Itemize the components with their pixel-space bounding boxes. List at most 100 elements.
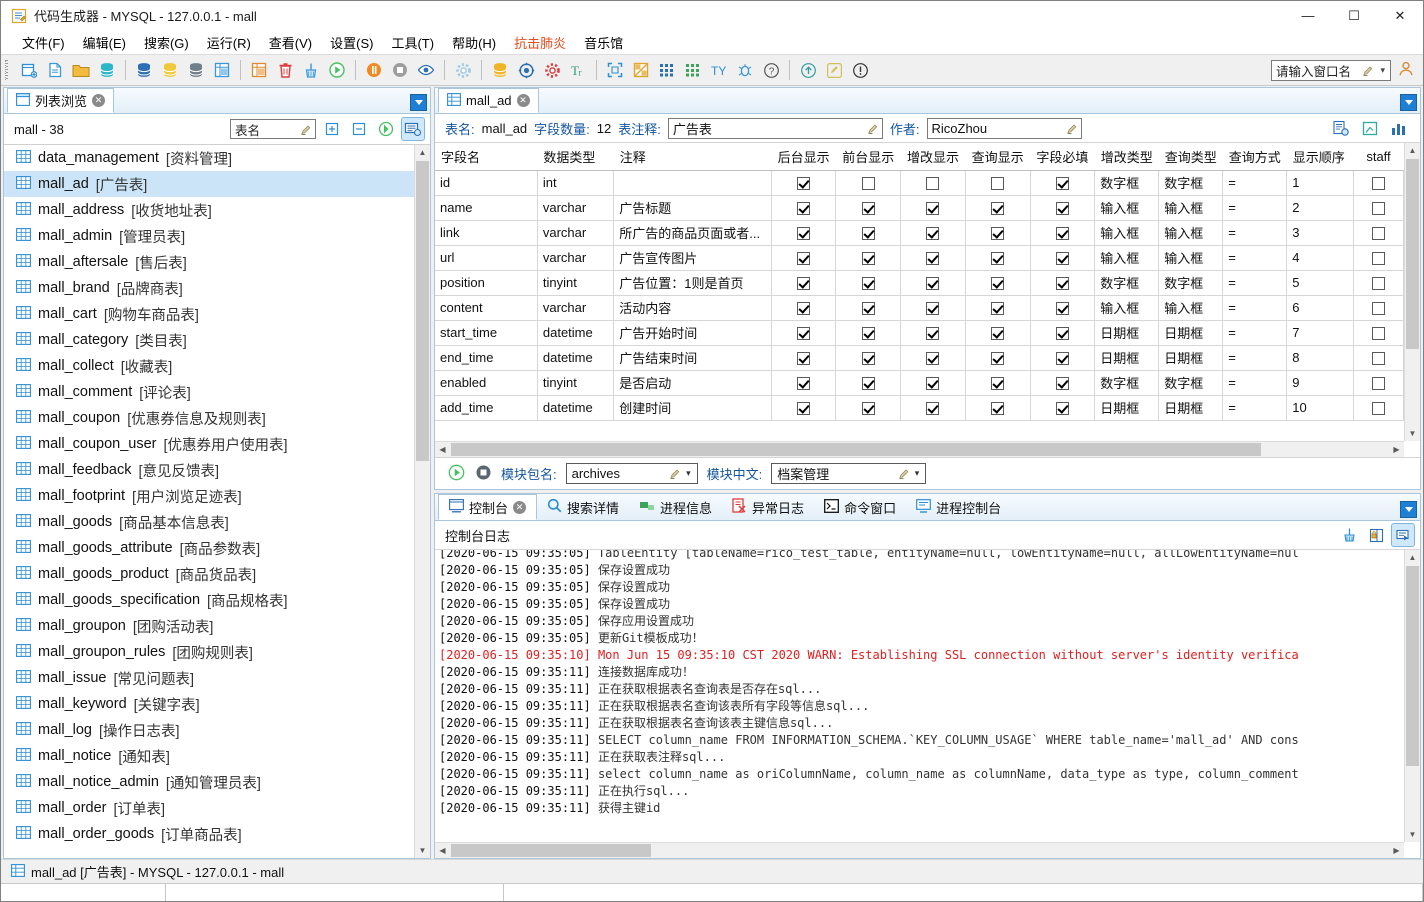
export-icon[interactable] <box>1359 117 1381 139</box>
cell-query-display[interactable] <box>964 220 1031 246</box>
grid-checkbox[interactable] <box>926 202 940 216</box>
update-icon[interactable] <box>795 58 821 82</box>
qrcode-icon[interactable] <box>654 58 680 82</box>
cell-staff[interactable] <box>1353 370 1404 396</box>
close-icon[interactable]: ✕ <box>516 94 530 107</box>
table-list-item[interactable]: mall_brand [品牌商表] <box>4 275 414 301</box>
cell-bg-display[interactable] <box>770 195 837 221</box>
cell-staff[interactable] <box>1353 295 1404 321</box>
cell-bg-display[interactable] <box>770 295 837 321</box>
cell-fg-display[interactable] <box>835 270 902 296</box>
cell-query-display[interactable] <box>964 295 1031 321</box>
tab-mall-ad[interactable]: mall_ad ✕ <box>438 88 539 113</box>
grid-col-4[interactable]: 前台显示 <box>835 143 901 171</box>
database-yellow-icon[interactable] <box>157 58 183 82</box>
grid-checkbox[interactable] <box>1055 402 1069 416</box>
table-list-item[interactable]: mall_aftersale [售后表] <box>4 249 414 275</box>
package-combo[interactable]: archives ▾ <box>565 463 698 484</box>
grid-checkbox[interactable] <box>1372 352 1385 366</box>
table-list-item[interactable]: mall_keyword [关键字表] <box>4 691 414 717</box>
grid-col-8[interactable]: 增改类型 <box>1094 143 1159 171</box>
help-icon[interactable]: ? <box>758 58 784 82</box>
cell-required[interactable] <box>1029 245 1096 271</box>
cell-required[interactable] <box>1029 220 1096 246</box>
target-icon[interactable] <box>513 58 539 82</box>
grid-checkbox[interactable] <box>926 302 940 316</box>
maximize-button[interactable]: ☐ <box>1331 1 1377 31</box>
barcode-icon[interactable] <box>680 58 706 82</box>
grid-checkbox[interactable] <box>1055 352 1069 366</box>
cell-staff[interactable] <box>1353 195 1404 221</box>
table-list-item[interactable]: mall_groupon_rules [团购规则表] <box>4 639 414 665</box>
cell-edit-type[interactable]: 输入框 <box>1094 195 1160 221</box>
grid-checkbox[interactable] <box>1055 177 1069 191</box>
grid-col-2[interactable]: 注释 <box>613 143 772 171</box>
scroll-left-arrow[interactable]: ◀ <box>435 843 450 858</box>
console-tab-2[interactable]: 进程信息 <box>629 494 722 520</box>
table-list-item[interactable]: mall_goods_attribute [商品参数表] <box>4 535 414 561</box>
menu-item-6[interactable]: 工具(T) <box>382 31 443 54</box>
cell-query-mode[interactable]: = <box>1222 220 1288 246</box>
grid-col-9[interactable]: 查询类型 <box>1158 143 1223 171</box>
cell-query-type[interactable]: 输入框 <box>1158 295 1224 321</box>
cell-type[interactable]: datetime <box>537 320 615 346</box>
table-list-item[interactable]: mall_coupon [优惠券信息及规则表] <box>4 405 414 431</box>
grid-checkbox[interactable] <box>797 252 811 266</box>
cell-edit-display[interactable] <box>900 170 966 196</box>
grid-row[interactable]: url varchar 广告宣传图片 输入框 输入框 = 4 <box>435 245 1404 271</box>
clean-icon[interactable] <box>1338 524 1360 546</box>
cell-edit-display[interactable] <box>900 270 966 296</box>
cell-field[interactable]: id <box>435 170 538 196</box>
grid-checkbox[interactable] <box>991 177 1005 191</box>
cell-comment[interactable] <box>613 170 772 196</box>
scrollbar-thumb[interactable] <box>1406 159 1419 349</box>
preview-icon[interactable] <box>413 58 439 82</box>
cell-required[interactable] <box>1029 395 1096 421</box>
cell-edit-display[interactable] <box>900 295 966 321</box>
grid-row[interactable]: enabled tinyint 是否启动 数字框 数字框 = 9 <box>435 370 1404 396</box>
cell-query-display[interactable] <box>964 395 1031 421</box>
database-icon[interactable] <box>94 58 120 82</box>
grid-checkbox[interactable] <box>1055 277 1069 291</box>
cell-bg-display[interactable] <box>770 220 837 246</box>
table-export-icon[interactable] <box>209 58 235 82</box>
cell-field[interactable]: add_time <box>435 395 538 421</box>
cell-order[interactable]: 3 <box>1286 220 1355 246</box>
grid-row[interactable]: content varchar 活动内容 输入框 输入框 = 6 <box>435 295 1404 321</box>
cell-type[interactable]: varchar <box>537 245 615 271</box>
cell-type[interactable]: varchar <box>537 195 615 221</box>
cell-order[interactable]: 1 <box>1286 170 1355 196</box>
menu-item-0[interactable]: 文件(F) <box>13 31 74 54</box>
cell-required[interactable] <box>1029 170 1096 196</box>
cell-staff[interactable] <box>1353 345 1404 371</box>
user-icon[interactable] <box>1397 60 1415 81</box>
grid-col-6[interactable]: 查询显示 <box>965 143 1031 171</box>
cell-comment[interactable]: 创建时间 <box>613 395 772 421</box>
table-list-item[interactable]: mall_category [类目表] <box>4 327 414 353</box>
cell-edit-type[interactable]: 日期框 <box>1094 395 1160 421</box>
run-icon[interactable] <box>324 58 350 82</box>
grid-col-5[interactable]: 增改显示 <box>900 143 966 171</box>
font-icon[interactable]: Tr <box>565 58 591 82</box>
clean-icon[interactable] <box>298 58 324 82</box>
grid-checkbox[interactable] <box>1372 302 1385 316</box>
author-input[interactable]: RicoZhou <box>926 117 1082 139</box>
grid-checkbox[interactable] <box>926 177 940 191</box>
grid-checkbox[interactable] <box>991 402 1005 416</box>
table-list-item[interactable]: mall_groupon [团购活动表] <box>4 613 414 639</box>
table-list-item[interactable]: mall_collect [收藏表] <box>4 353 414 379</box>
scrollbar-thumb[interactable] <box>416 161 429 461</box>
cell-field[interactable]: name <box>435 195 538 221</box>
table-list-item[interactable]: data_management [资料管理] <box>4 145 414 171</box>
table-list-item[interactable]: mall_notice_admin [通知管理员表] <box>4 769 414 795</box>
cell-order[interactable]: 7 <box>1286 320 1355 346</box>
scroll-up-arrow[interactable]: ▲ <box>415 145 430 160</box>
cell-query-mode[interactable]: = <box>1222 370 1288 396</box>
cell-edit-display[interactable] <box>900 395 966 421</box>
bug-icon[interactable] <box>732 58 758 82</box>
grid-row[interactable]: name varchar 广告标题 输入框 输入框 = 2 <box>435 195 1404 221</box>
table-list[interactable]: data_management [资料管理] mall_ad [广告表] mall_ad… <box>4 144 430 858</box>
table-list-item[interactable]: mall_issue [常见问题表] <box>4 665 414 691</box>
cell-fg-display[interactable] <box>835 245 902 271</box>
cell-order[interactable]: 5 <box>1286 270 1355 296</box>
